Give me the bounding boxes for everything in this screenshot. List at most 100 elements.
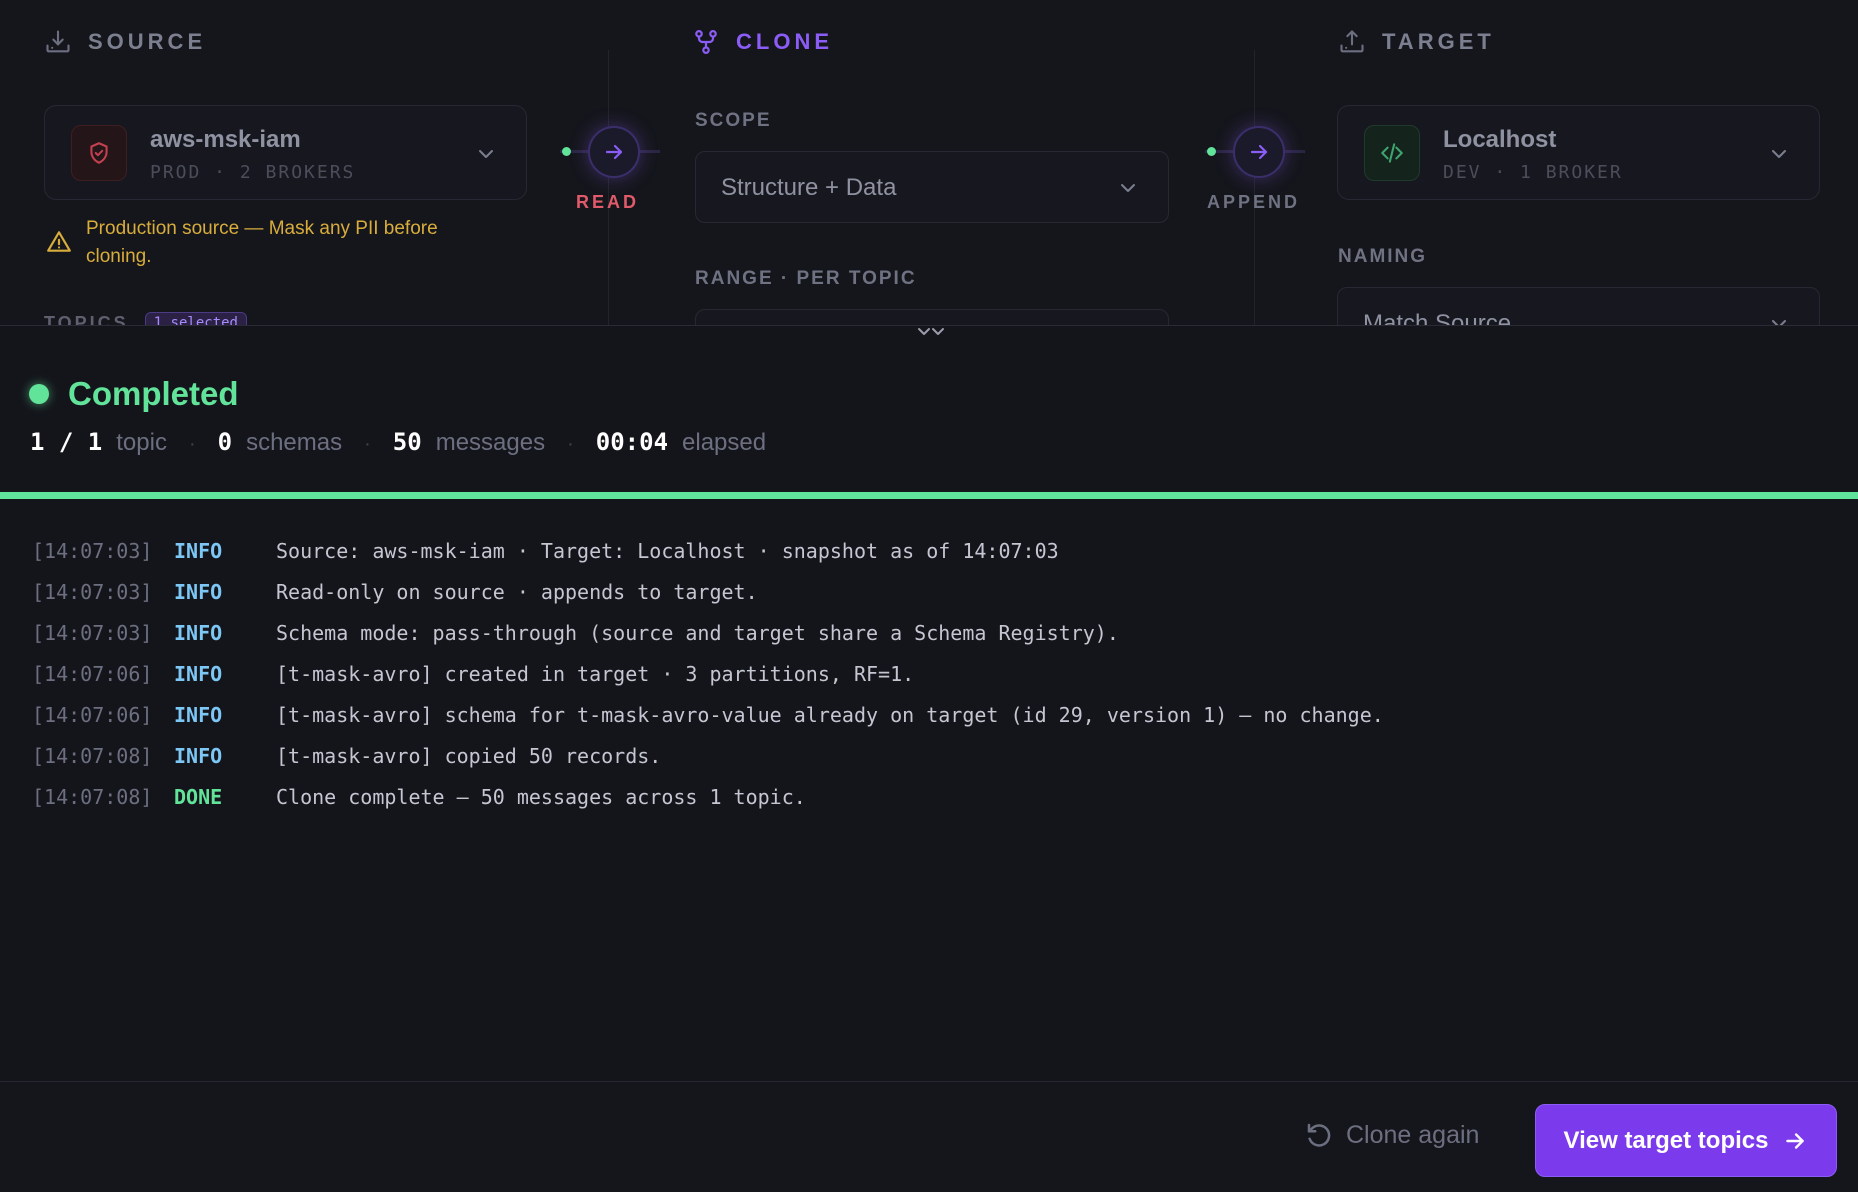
dev-badge	[1364, 125, 1420, 181]
log-message: [t-mask-avro] schema for t-mask-avro-val…	[276, 703, 1384, 727]
clone-header: CLONE	[692, 28, 833, 56]
scope-value: Structure + Data	[721, 174, 897, 201]
range-label: RANGE · PER TOPIC	[695, 268, 917, 289]
target-cluster-select[interactable]: Localhost DEV · 1 BROKER	[1337, 105, 1820, 200]
log-level: INFO	[174, 662, 223, 686]
clone-again-label: Clone again	[1346, 1120, 1480, 1149]
elapsed-unit: elapsed	[682, 429, 767, 456]
messages-unit: messages	[435, 429, 546, 456]
log-line: [14:07:06] INFO [t-mask-avro] created in t…	[32, 662, 914, 686]
source-cluster-name: aws-msk-iam	[150, 126, 301, 153]
log-line: [14:07:03] INFO Read-only on source · appe…	[32, 580, 758, 604]
elapsed-time: 00:04	[595, 428, 669, 456]
expand-config-toggle[interactable]	[905, 318, 957, 346]
chevron-down-icon	[1772, 150, 1786, 158]
flow-dot	[562, 147, 571, 156]
source-header: SOURCE	[44, 28, 206, 56]
clone-again-button[interactable]: Clone again	[1304, 1120, 1479, 1150]
column-divider	[1254, 50, 1255, 325]
clone-log: [14:07:03] INFO Source: aws-msk-iam · Targ…	[0, 499, 1858, 1081]
log-line: [14:07:03] INFO Source: aws-msk-iam · Targ…	[32, 539, 1059, 563]
target-header: TARGET	[1338, 28, 1495, 56]
log-message: Source: aws-msk-iam · Target: Localhost …	[276, 539, 1059, 563]
topics-row: TOPICS 1 selected	[44, 312, 247, 325]
arrow-right-icon	[1250, 144, 1268, 160]
topics-selected-badge[interactable]: 1 selected	[144, 312, 247, 325]
naming-select[interactable]: Match Source	[1337, 287, 1820, 325]
messages-count: 50	[392, 428, 422, 456]
log-message: Read-only on source · appends to target.	[276, 580, 758, 604]
log-timestamp: [14:07:08]	[32, 785, 153, 809]
chevron-down-icon	[1772, 320, 1786, 325]
log-level: INFO	[174, 539, 223, 563]
log-message: Clone complete — 50 messages across 1 to…	[276, 785, 806, 809]
log-line: [14:07:08] DONE Clone complete — 50 messag…	[32, 785, 806, 809]
target-cluster-meta: DEV · 1 BROKER	[1443, 162, 1623, 183]
status-label: Completed	[68, 375, 239, 412]
pii-warning-text: Production source — Mask any PII before …	[86, 218, 438, 267]
flow-node	[1233, 126, 1285, 178]
rotate-ccw-icon	[1307, 1123, 1331, 1147]
read-label: READ	[576, 192, 640, 212]
log-timestamp: [14:07:06]	[32, 703, 153, 727]
scope-select[interactable]: Structure + Data	[695, 151, 1169, 223]
prod-badge	[71, 125, 127, 181]
progress-bar	[0, 492, 1858, 499]
log-timestamp: [14:07:03]	[32, 621, 153, 645]
separator-dot: ·	[567, 433, 574, 455]
log-timestamp: [14:07:03]	[32, 539, 153, 563]
chevrons-down-icon	[918, 328, 944, 335]
code-icon	[1381, 143, 1403, 163]
log-timestamp: [14:07:06]	[32, 662, 153, 686]
column-divider	[608, 50, 609, 325]
git-fork-icon	[695, 30, 717, 54]
arrow-right-icon	[605, 144, 623, 160]
separator-dot: ·	[364, 433, 371, 455]
log-line: [14:07:08] INFO [t-mask-avro] copied 50 re…	[32, 744, 661, 768]
chevron-down-icon	[1121, 184, 1135, 192]
view-target-topics-label: View target topics	[1563, 1126, 1769, 1154]
source-cluster-select[interactable]: aws-msk-iam PROD · 2 BROKERS	[44, 105, 527, 200]
flow-node	[588, 126, 640, 178]
log-line: [14:07:03] INFO Schema mode: pass-through …	[32, 621, 1119, 645]
schemas-count: 0	[217, 428, 233, 456]
progress-fill	[0, 492, 1858, 499]
log-timestamp: [14:07:03]	[32, 580, 153, 604]
log-message: [t-mask-avro] created in target · 3 part…	[276, 662, 915, 686]
log-line: [14:07:06] INFO [t-mask-avro] schema for t…	[32, 703, 1384, 727]
naming-label: NAMING	[1338, 246, 1428, 267]
arrow-right-icon	[1786, 1132, 1805, 1149]
log-level: INFO	[174, 744, 223, 768]
schemas-unit: schemas	[246, 429, 343, 456]
pii-warning: Production source — Mask any PII before …	[46, 215, 506, 271]
naming-value: Match Source	[1363, 310, 1512, 325]
clone-config-panel: SOURCE CLONE TARGET aws-msk-iam PROD · 2…	[0, 0, 1858, 325]
read-flow-connector	[560, 120, 660, 180]
log-level: DONE	[174, 785, 223, 809]
clone-stats: 1 / 1 topic · 0 schemas · 50 messages · …	[30, 428, 766, 457]
log-message: [t-mask-avro] copied 50 records.	[276, 744, 662, 768]
topics-count: 1 / 1	[30, 428, 103, 456]
separator-dot: ·	[188, 433, 196, 455]
shield-check-icon	[90, 142, 108, 164]
source-title: SOURCE	[88, 29, 207, 54]
topics-unit: topic	[116, 429, 167, 456]
log-message: Schema mode: pass-through (source and ta…	[276, 621, 1119, 645]
log-level: INFO	[174, 703, 223, 727]
warning-triangle-icon	[47, 231, 71, 252]
download-tray-icon	[46, 30, 70, 53]
log-timestamp: [14:07:08]	[32, 744, 153, 768]
topics-label: TOPICS	[44, 312, 129, 326]
flow-dot	[1207, 147, 1216, 156]
upload-tray-icon	[1340, 30, 1364, 53]
scope-label: SCOPE	[695, 110, 772, 131]
clone-title: CLONE	[736, 29, 833, 54]
source-cluster-meta: PROD · 2 BROKERS	[150, 162, 356, 183]
view-target-topics-button[interactable]: View target topics	[1535, 1104, 1837, 1177]
target-title: TARGET	[1382, 29, 1495, 54]
chevron-down-icon	[479, 150, 493, 158]
target-cluster-name: Localhost	[1443, 126, 1557, 153]
append-label: APPEND	[1207, 192, 1301, 212]
append-flow-connector	[1205, 120, 1305, 180]
log-level: INFO	[174, 621, 223, 645]
